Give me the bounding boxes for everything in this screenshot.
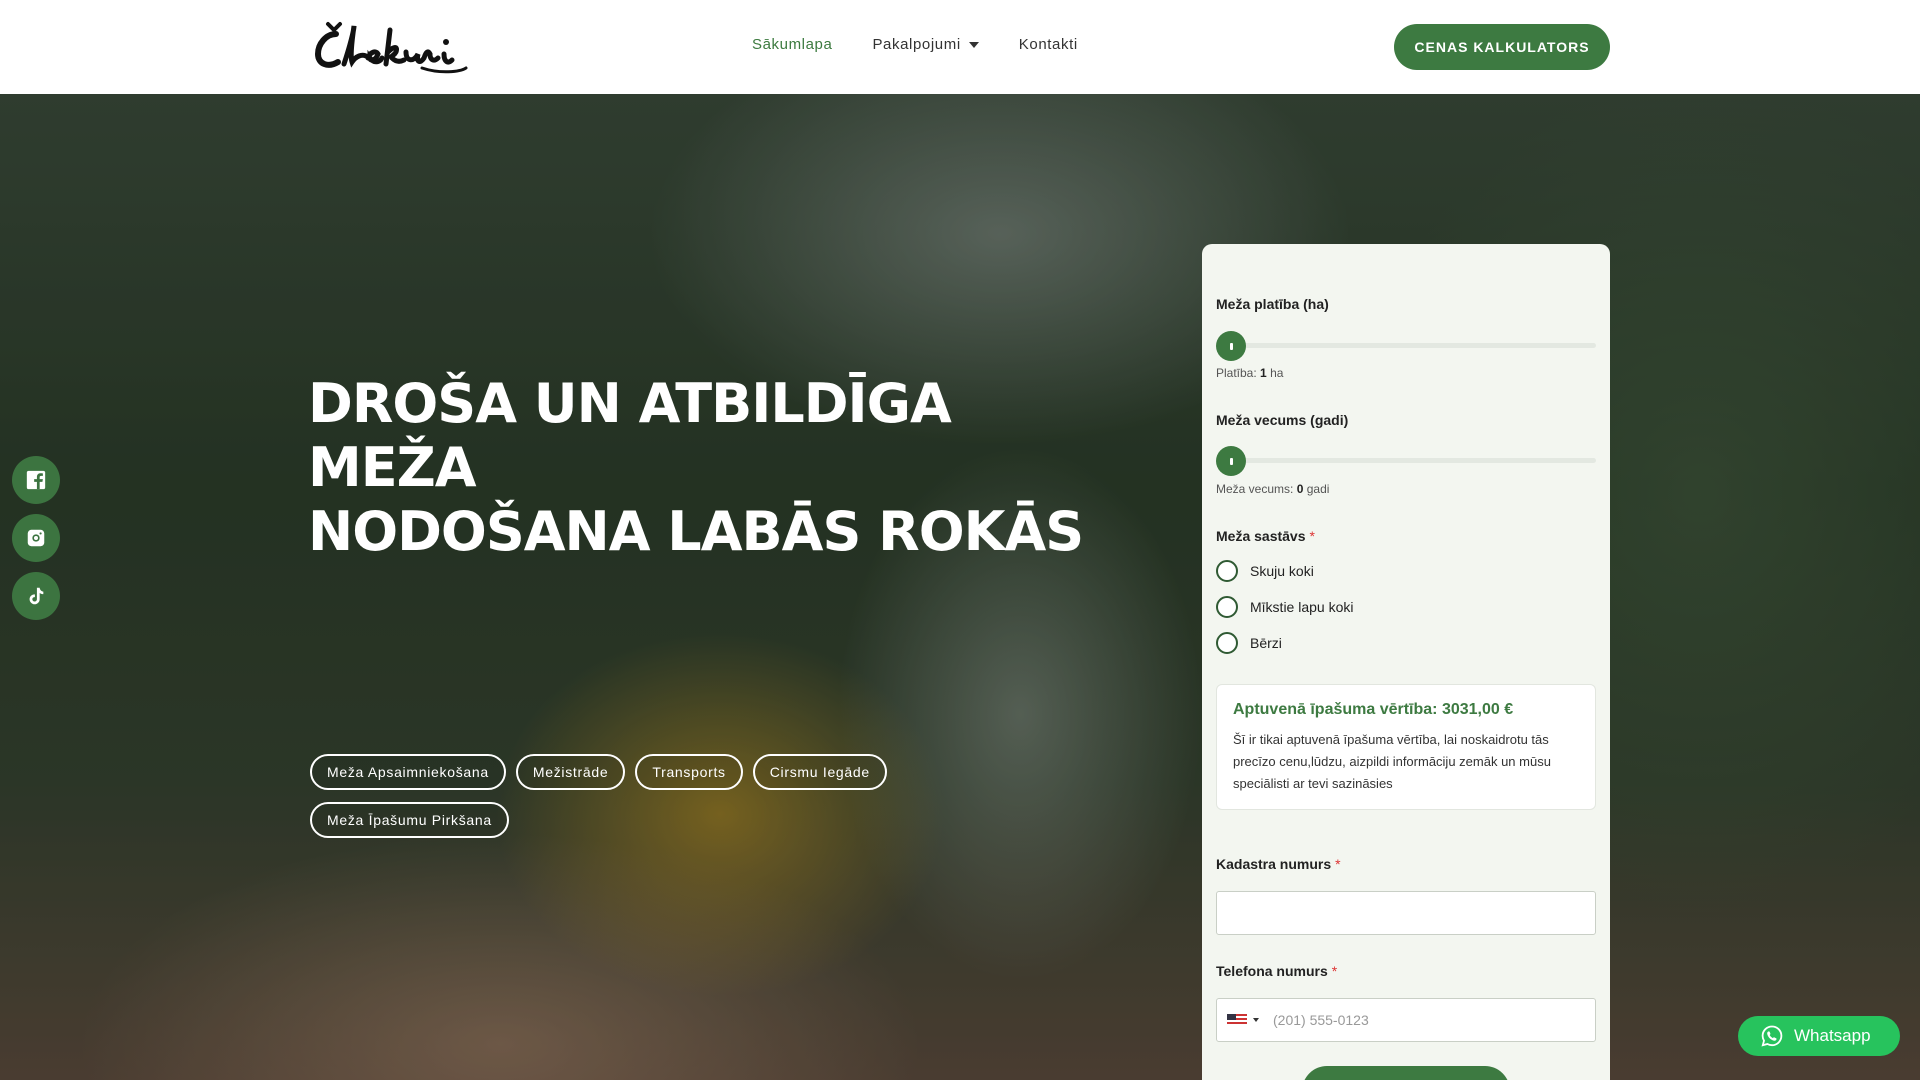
social-links bbox=[12, 456, 60, 620]
logo[interactable] bbox=[310, 16, 470, 76]
tiktok-button[interactable] bbox=[12, 572, 60, 620]
tiktok-icon bbox=[29, 587, 44, 605]
composition-label: Meža sastāvs * bbox=[1216, 528, 1315, 544]
facebook-icon bbox=[26, 470, 46, 490]
age-slider-thumb[interactable] bbox=[1216, 446, 1246, 476]
estimate-box: Aptuvenā īpašuma vērtība: 3031,00 € Šī i… bbox=[1216, 684, 1596, 810]
service-tag-cutting-purchase[interactable]: Cirsmu Iegāde bbox=[752, 754, 887, 790]
phone-placeholder: (201) 555-0123 bbox=[1273, 1012, 1369, 1028]
area-label: Meža platība (ha) bbox=[1216, 296, 1329, 312]
area-slider-thumb[interactable] bbox=[1216, 331, 1246, 361]
area-hint: Platība: 1 ha bbox=[1216, 366, 1283, 380]
age-slider[interactable] bbox=[1216, 446, 1596, 476]
chevron-down-icon[interactable] bbox=[1253, 1018, 1259, 1022]
area-slider[interactable] bbox=[1216, 331, 1596, 361]
required-mark: * bbox=[1331, 963, 1338, 979]
area-hint-prefix: Platība: bbox=[1216, 366, 1257, 380]
main-nav: Sākumlapa Pakalpojumi Kontakti bbox=[752, 36, 1078, 53]
nav-item-label: Sākumlapa bbox=[752, 36, 833, 53]
hero-title-line-1: DROŠA UN ATBILDĪGA MEŽA bbox=[308, 372, 952, 499]
whatsapp-button[interactable]: Whatsapp bbox=[1738, 1016, 1900, 1056]
required-mark: * bbox=[1309, 528, 1315, 544]
site-header: Sākumlapa Pakalpojumi Kontakti CENAS KAL… bbox=[0, 0, 1920, 94]
radio-button[interactable] bbox=[1216, 560, 1238, 582]
nav-item-home[interactable]: Sākumlapa bbox=[752, 36, 832, 53]
hero-title: DROŠA UN ATBILDĪGA MEŽA NODOŠANA LABĀS R… bbox=[308, 372, 1108, 564]
estimate-text: Šī ir tikai aptuvenā īpašuma vērtība, la… bbox=[1233, 732, 1551, 791]
required-mark: * bbox=[1335, 856, 1341, 872]
nav-item-services[interactable]: Pakalpojumi bbox=[872, 36, 979, 53]
whatsapp-icon bbox=[1761, 1025, 1783, 1047]
nav-item-label: Pakalpojumi bbox=[872, 36, 961, 53]
service-tag-logging[interactable]: Mežistrāde bbox=[515, 754, 626, 790]
age-hint: Meža vecums: 0 gadi bbox=[1216, 482, 1329, 496]
submit-button[interactable] bbox=[1302, 1066, 1510, 1080]
radio-button[interactable] bbox=[1216, 632, 1238, 654]
radio-label: Mīkstie lapu koki bbox=[1250, 599, 1354, 615]
us-flag-icon[interactable] bbox=[1227, 1014, 1247, 1026]
facebook-button[interactable] bbox=[12, 456, 60, 504]
cadastre-label: Kadastra numurs * bbox=[1216, 856, 1341, 872]
hero-title-line-2: NODOŠANA LABĀS ROKĀS bbox=[308, 500, 1084, 563]
whatsapp-label: Whatsapp bbox=[1794, 1026, 1871, 1045]
age-unit: gadi bbox=[1306, 482, 1330, 496]
age-value: 0 bbox=[1296, 482, 1304, 496]
age-slider-track[interactable] bbox=[1216, 458, 1596, 463]
radio-soft-deciduous[interactable]: Mīkstie lapu koki bbox=[1216, 596, 1353, 618]
cadastre-label-text: Kadastra numurs bbox=[1216, 856, 1332, 872]
service-tag-transport[interactable]: Transports bbox=[635, 754, 743, 790]
price-calculator-button[interactable]: CENAS KALKULATORS bbox=[1394, 24, 1610, 70]
chevron-down-icon bbox=[968, 41, 979, 48]
radio-birch[interactable]: Bērzi bbox=[1216, 632, 1282, 654]
area-value: 1 bbox=[1260, 366, 1267, 380]
radio-label: Bērzi bbox=[1250, 635, 1282, 651]
radio-label: Skuju koki bbox=[1250, 563, 1314, 579]
age-hint-prefix: Meža vecums: bbox=[1216, 482, 1294, 496]
price-calculator-form: Meža platība (ha) Platība: 1 ha Meža vec… bbox=[1202, 244, 1610, 1080]
phone-label: Telefona numurs * bbox=[1216, 963, 1337, 979]
cadastre-input[interactable] bbox=[1216, 891, 1596, 935]
estimate-title: Aptuvenā īpašuma vērtība: 3031,00 € bbox=[1233, 701, 1514, 718]
nav-item-contacts[interactable]: Kontakti bbox=[1019, 36, 1078, 53]
area-slider-track[interactable] bbox=[1216, 343, 1596, 348]
composition-label-text: Meža sastāvs bbox=[1216, 528, 1306, 544]
instagram-button[interactable] bbox=[12, 514, 60, 562]
instagram-icon bbox=[27, 529, 45, 547]
service-tag-forest-management[interactable]: Meža Apsaimniekošana bbox=[310, 754, 506, 790]
nav-item-label: Kontakti bbox=[1018, 36, 1078, 53]
phone-label-text: Telefona numurs bbox=[1216, 963, 1328, 979]
radio-conifers[interactable]: Skuju koki bbox=[1216, 560, 1314, 582]
logo-wordmark bbox=[314, 22, 468, 74]
age-label: Meža vecums (gadi) bbox=[1216, 412, 1349, 428]
hero-background bbox=[0, 94, 1920, 1080]
service-tags: Meža Apsaimniekošana Mežistrāde Transpor… bbox=[310, 754, 970, 838]
area-unit: ha bbox=[1270, 366, 1284, 380]
service-tag-property-purchase[interactable]: Meža Īpašumu Pirkšana bbox=[310, 802, 509, 838]
phone-input[interactable]: (201) 555-0123 bbox=[1216, 998, 1596, 1042]
radio-button[interactable] bbox=[1216, 596, 1238, 618]
